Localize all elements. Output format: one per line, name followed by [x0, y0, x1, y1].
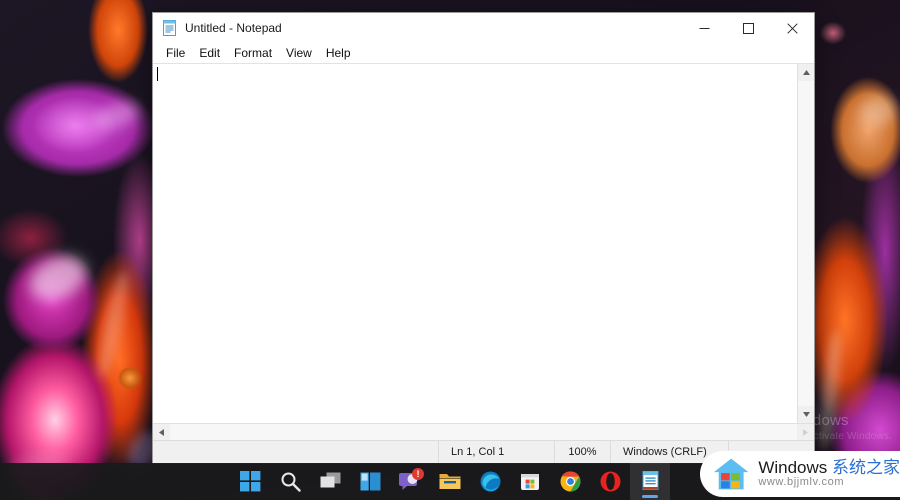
- microsoft-store-icon: [521, 473, 539, 490]
- windows-house-logo-icon: [713, 458, 749, 490]
- search-icon: [281, 472, 301, 492]
- taskbar-item-chat[interactable]: !: [390, 463, 430, 500]
- minimize-icon: [699, 27, 709, 29]
- window-titlebar[interactable]: Untitled - Notepad: [153, 13, 814, 43]
- status-line-column: Ln 1, Col 1: [438, 441, 554, 463]
- taskbar-item-search[interactable]: [270, 463, 310, 500]
- taskbar-item-notepad[interactable]: [630, 463, 670, 500]
- edge-icon: [480, 471, 500, 492]
- taskbar-item-start[interactable]: [230, 463, 270, 500]
- menu-item-format[interactable]: Format: [227, 44, 279, 63]
- editor-region: [153, 63, 814, 423]
- site-watermark-url: www.bjjmlv.com: [758, 476, 845, 489]
- windows-logo-icon: [239, 471, 260, 492]
- scroll-right-arrow[interactable]: [797, 424, 814, 440]
- window-title: Untitled - Notepad: [185, 21, 282, 35]
- taskbar-item-edge[interactable]: [470, 463, 510, 500]
- taskbar-item-store[interactable]: [510, 463, 550, 500]
- site-brand-cn: 系统之家: [832, 458, 900, 478]
- widgets-icon: [360, 472, 380, 491]
- site-brand-en: Windows: [758, 458, 832, 478]
- wallpaper-highlight: [89, 97, 143, 135]
- taskbar-item-opera[interactable]: [590, 463, 630, 500]
- chevron-left-icon: [159, 428, 164, 436]
- menu-bar: File Edit Format View Help: [153, 43, 814, 63]
- maximize-button[interactable]: [726, 13, 770, 43]
- notepad-icon: [642, 471, 658, 490]
- titlebar-left: Untitled - Notepad: [153, 20, 682, 36]
- opera-icon: [600, 471, 620, 492]
- task-view-icon: [320, 472, 340, 488]
- menu-item-file[interactable]: File: [159, 44, 192, 63]
- wallpaper-highlight: [855, 90, 900, 132]
- notepad-icon: [163, 20, 176, 36]
- wallpaper-highlight: [92, 269, 134, 381]
- status-bar-spacer: [153, 441, 438, 463]
- chevron-up-icon: [802, 70, 810, 75]
- scroll-down-arrow[interactable]: [798, 406, 814, 423]
- taskbar-item-widgets[interactable]: [350, 463, 390, 500]
- taskbar-item-file-explorer[interactable]: [430, 463, 470, 500]
- site-watermark-text: Windows 系统之家 www.bjjmlv.com: [758, 459, 900, 488]
- wallpaper-highlight: [815, 329, 845, 451]
- vertical-scrollbar[interactable]: [797, 64, 814, 423]
- site-watermark-brand: Windows 系统之家: [758, 459, 900, 477]
- desktop-screen: Activate Windows Go to Settings to activ…: [0, 0, 900, 500]
- menu-item-view[interactable]: View: [279, 44, 319, 63]
- status-zoom-level[interactable]: 100%: [554, 441, 610, 463]
- taskbar-items: !: [230, 463, 670, 500]
- text-editor-area[interactable]: [153, 64, 797, 423]
- horizontal-scroll-track[interactable]: [170, 424, 797, 440]
- minimize-button[interactable]: [682, 13, 726, 43]
- close-button[interactable]: [770, 13, 814, 43]
- chrome-icon: [560, 471, 580, 492]
- taskbar-item-task-view[interactable]: [310, 463, 350, 500]
- site-watermark: Windows 系统之家 www.bjjmlv.com: [700, 451, 900, 497]
- text-caret: [157, 67, 158, 81]
- menu-item-help[interactable]: Help: [319, 44, 358, 63]
- menu-item-edit[interactable]: Edit: [192, 44, 227, 63]
- maximize-icon: [742, 22, 754, 34]
- horizontal-scrollbar[interactable]: [153, 423, 814, 440]
- vertical-scroll-track[interactable]: [798, 81, 814, 406]
- scroll-up-arrow[interactable]: [798, 64, 814, 81]
- wallpaper-highlight: [22, 247, 94, 309]
- chat-badge: !: [412, 468, 424, 480]
- chevron-right-icon: [803, 428, 808, 436]
- scroll-left-arrow[interactable]: [153, 424, 170, 440]
- notepad-window[interactable]: Untitled - Notepad File Edit Format View…: [152, 12, 815, 464]
- taskbar-item-chrome[interactable]: [550, 463, 590, 500]
- chevron-down-icon: [802, 412, 810, 417]
- folder-icon: [439, 474, 461, 489]
- close-icon: [786, 22, 798, 34]
- window-controls: [682, 13, 814, 43]
